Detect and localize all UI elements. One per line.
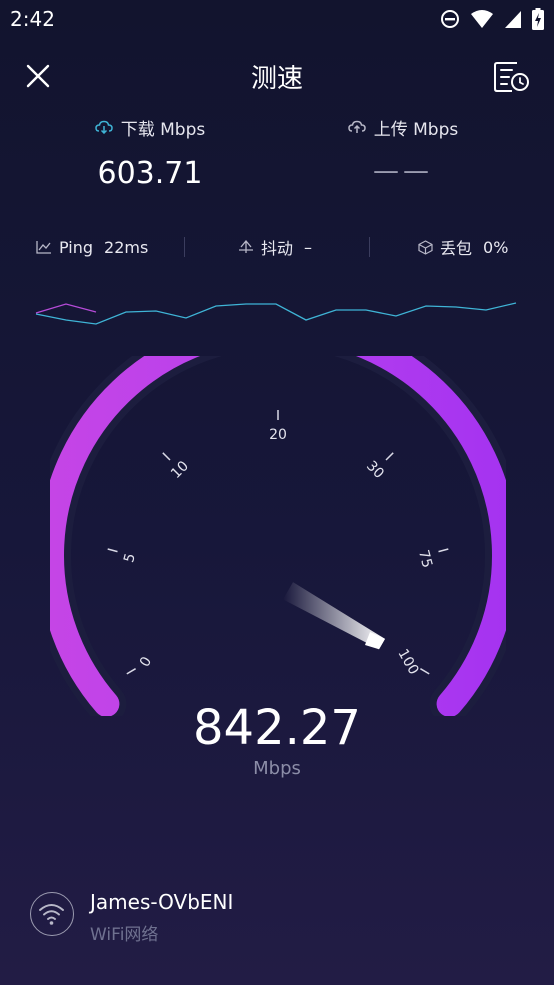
history-icon: [494, 62, 529, 92]
gauge-tick-label: 100: [394, 646, 421, 677]
battery-icon: [532, 8, 544, 30]
gauge-tick: [438, 548, 449, 553]
gauge-tick: [126, 668, 136, 675]
gauge-tick-label: 5: [121, 552, 139, 565]
network-name: James-OVbENI: [90, 890, 234, 914]
packet-loss-icon: [418, 239, 433, 255]
jitter-icon: [239, 240, 253, 253]
gauge-tick-label: 0: [137, 654, 155, 670]
current-speed-value: 842.27: [193, 700, 361, 756]
jitter-label: 抖动: [261, 239, 294, 258]
top-bar: 测速: [0, 50, 554, 100]
gauge-tick-label: 20: [269, 427, 287, 443]
packet-loss-label: 丢包: [440, 239, 473, 258]
dnd-icon: [441, 10, 459, 28]
gauge-tick-label: 30: [363, 458, 387, 482]
ping-chart-icon: [36, 241, 51, 254]
cloud-upload-icon: [347, 120, 366, 133]
status-icons: [440, 8, 544, 30]
download-label: 下载 Mbps: [120, 119, 206, 140]
current-speed-unit: Mbps: [253, 758, 301, 779]
gauge-tick-label: 75: [415, 548, 435, 569]
gauge-tick-label: 10: [168, 458, 192, 482]
gauge-tick: [162, 452, 171, 461]
speed-gauge: 0 5 10 20 30 75 100: [50, 356, 506, 716]
cell-signal-icon: [505, 11, 521, 28]
page-title: 测速: [250, 64, 303, 94]
upload-metric: 上传 Mbps ——: [278, 112, 528, 186]
gauge-tick: [385, 452, 394, 461]
network-type: WiFi网络: [90, 925, 159, 945]
download-history-line: [35, 302, 517, 325]
ping-label: Ping: [59, 237, 94, 257]
jitter-value: –: [304, 237, 313, 257]
download-value: 603.71: [97, 156, 203, 191]
packet-loss-stat: 丢包 0%: [418, 232, 508, 262]
upload-history-line: [35, 303, 97, 314]
status-time: 2:42: [10, 7, 55, 31]
history-button[interactable]: [492, 57, 532, 95]
wifi-icon-badge: [30, 892, 74, 936]
upload-value: ——: [373, 156, 433, 186]
gauge-tick: [107, 548, 118, 553]
speed-history-graph: [35, 302, 517, 325]
packet-loss-value: 0%: [483, 237, 509, 257]
status-bar: 2:42: [0, 0, 554, 38]
stats-divider: [369, 237, 370, 257]
cloud-download-icon: [94, 120, 113, 134]
download-metric: 下载 Mbps 603.71: [25, 112, 275, 191]
ping-value: 22ms: [104, 237, 149, 257]
wifi-icon: [39, 904, 64, 925]
upload-label: 上传 Mbps: [373, 119, 459, 140]
wifi-signal-icon: [471, 10, 493, 28]
stats-divider: [184, 237, 185, 257]
jitter-stat: 抖动 –: [238, 232, 312, 262]
stats-row: Ping 22ms 抖动 – 丢包 0%: [0, 232, 554, 262]
ping-stat: Ping 22ms: [36, 232, 148, 262]
gauge-progress-arc: [50, 356, 506, 716]
